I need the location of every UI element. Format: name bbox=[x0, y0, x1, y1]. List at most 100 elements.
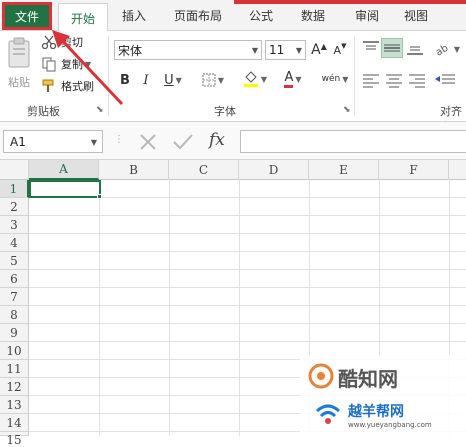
watermark-subtitle: 越羊帮网 bbox=[348, 404, 404, 420]
row-header[interactable]: 6 bbox=[0, 270, 29, 288]
chevron-down-icon[interactable]: ▼ bbox=[176, 76, 182, 85]
gridline bbox=[29, 233, 466, 234]
chevron-down-icon[interactable]: ▼ bbox=[342, 75, 348, 84]
row-header[interactable]: 11 bbox=[0, 360, 29, 378]
font-launcher-icon[interactable]: ⬊ bbox=[343, 105, 351, 115]
gridline bbox=[29, 251, 466, 252]
phonetic-icon: wén bbox=[321, 74, 341, 84]
column-header[interactable] bbox=[449, 160, 466, 180]
orientation-button[interactable]: ab ▼ bbox=[432, 40, 462, 58]
font-group-label: 字体 bbox=[214, 105, 236, 118]
row-header[interactable]: 5 bbox=[0, 252, 29, 270]
cancel-icon[interactable] bbox=[138, 132, 158, 152]
check-icon[interactable] bbox=[172, 132, 194, 152]
italic-button[interactable]: I bbox=[138, 70, 154, 90]
gridline bbox=[29, 287, 466, 288]
gridline bbox=[29, 341, 466, 342]
select-all-corner[interactable] bbox=[0, 160, 29, 180]
row-header[interactable]: 3 bbox=[0, 216, 29, 234]
gridline bbox=[29, 323, 466, 324]
row-header[interactable]: 15 bbox=[0, 432, 29, 447]
tab-review[interactable]: 审阅 bbox=[355, 7, 379, 24]
row-header[interactable]: 9 bbox=[0, 324, 29, 342]
chevron-down-icon[interactable]: ▼ bbox=[91, 138, 97, 147]
font-color-button[interactable]: A ▼ bbox=[278, 68, 308, 90]
column-header[interactable]: B bbox=[99, 160, 169, 180]
shrink-font-button[interactable]: A ▼ bbox=[332, 40, 348, 60]
clipboard-icon bbox=[8, 37, 30, 68]
align-left-icon[interactable] bbox=[362, 72, 380, 88]
row-header[interactable]: 12 bbox=[0, 378, 29, 396]
row-header[interactable]: 10 bbox=[0, 342, 29, 360]
wifi-logo-icon bbox=[315, 404, 341, 424]
row-header[interactable]: 4 bbox=[0, 234, 29, 252]
fill-color-button[interactable]: ▼ bbox=[240, 68, 270, 90]
paint-bucket-icon bbox=[243, 71, 258, 87]
underline-icon: U bbox=[164, 72, 174, 88]
underline-button[interactable]: U ▼ bbox=[158, 70, 188, 90]
gridline bbox=[99, 180, 100, 436]
borders-button[interactable]: ▼ bbox=[198, 70, 228, 90]
font-name-value: 宋体 bbox=[118, 43, 143, 58]
font-size-select[interactable]: 11 ▼ bbox=[265, 40, 306, 60]
watermark-logo-icon bbox=[308, 363, 334, 389]
title-bar-strip bbox=[234, 0, 466, 4]
font-color-icon: A bbox=[284, 70, 294, 88]
paste-button[interactable]: 粘贴 bbox=[4, 37, 34, 89]
column-header[interactable]: D bbox=[239, 160, 309, 180]
bold-button[interactable]: B bbox=[117, 70, 133, 90]
formula-input[interactable] bbox=[240, 130, 466, 153]
watermark-title: 酷知网 bbox=[338, 367, 398, 391]
row-header[interactable]: 1 bbox=[0, 180, 29, 198]
svg-text:ab: ab bbox=[434, 43, 450, 57]
name-box-value: A1 bbox=[10, 134, 26, 149]
font-size-value: 11 bbox=[269, 43, 285, 57]
chevron-down-icon[interactable]: ▼ bbox=[261, 75, 267, 84]
tab-formulas[interactable]: 公式 bbox=[249, 7, 273, 24]
align-middle-icon bbox=[384, 44, 400, 52]
column-header[interactable]: E bbox=[309, 160, 379, 180]
caret-up-icon: ▲ bbox=[320, 41, 327, 51]
chevron-down-icon: ▼ bbox=[295, 46, 302, 55]
grip-icon: ⋮ bbox=[114, 134, 124, 145]
tab-view[interactable]: 视图 bbox=[404, 7, 428, 24]
font-name-select[interactable]: 宋体 ▼ bbox=[114, 40, 262, 60]
row-header[interactable]: 2 bbox=[0, 198, 29, 216]
phonetic-guide-button[interactable]: wén ▼ bbox=[318, 68, 352, 90]
group-divider bbox=[354, 36, 355, 116]
column-header[interactable]: A bbox=[29, 160, 99, 180]
align-bottom-icon[interactable] bbox=[406, 40, 424, 56]
grow-font-button[interactable]: A ▲ bbox=[311, 40, 327, 60]
tab-page-layout[interactable]: 页面布局 bbox=[174, 7, 222, 24]
borders-icon bbox=[202, 73, 216, 87]
chevron-down-icon[interactable]: ▼ bbox=[454, 45, 460, 54]
row-header[interactable]: 8 bbox=[0, 306, 29, 324]
decrease-indent-icon[interactable] bbox=[434, 72, 456, 88]
align-center-icon[interactable] bbox=[385, 72, 403, 88]
column-header[interactable]: F bbox=[379, 160, 449, 180]
tab-data[interactable]: 数据 bbox=[301, 7, 325, 24]
row-header[interactable]: 13 bbox=[0, 396, 29, 414]
active-cell[interactable] bbox=[29, 180, 101, 198]
watermark-url: www.yueyangbang.com bbox=[348, 421, 432, 429]
gridline bbox=[169, 180, 170, 436]
chevron-down-icon[interactable]: ▼ bbox=[295, 75, 301, 84]
watermark: 酷知网 越羊帮网 www.yueyangbang.com bbox=[300, 355, 466, 436]
annotation-arrow-icon bbox=[52, 30, 124, 106]
row-header[interactable]: 7 bbox=[0, 288, 29, 306]
gridline bbox=[29, 305, 466, 306]
gridline bbox=[29, 215, 466, 216]
name-box[interactable]: A1 ▼ bbox=[3, 130, 103, 153]
align-top-icon[interactable] bbox=[362, 40, 380, 56]
align-middle-button[interactable] bbox=[381, 38, 403, 58]
align-right-icon[interactable] bbox=[408, 72, 426, 88]
row-header[interactable]: 14 bbox=[0, 414, 29, 432]
insert-function-button[interactable]: fx bbox=[209, 130, 225, 150]
fill-handle[interactable] bbox=[97, 194, 102, 199]
column-headers: A B C D E F bbox=[0, 160, 466, 180]
row-header-label: 15 bbox=[6, 432, 22, 447]
chevron-down-icon: ▼ bbox=[251, 46, 258, 55]
column-header[interactable]: C bbox=[169, 160, 239, 180]
chevron-down-icon[interactable]: ▼ bbox=[218, 76, 224, 85]
caret-down-icon: ▼ bbox=[341, 42, 347, 50]
